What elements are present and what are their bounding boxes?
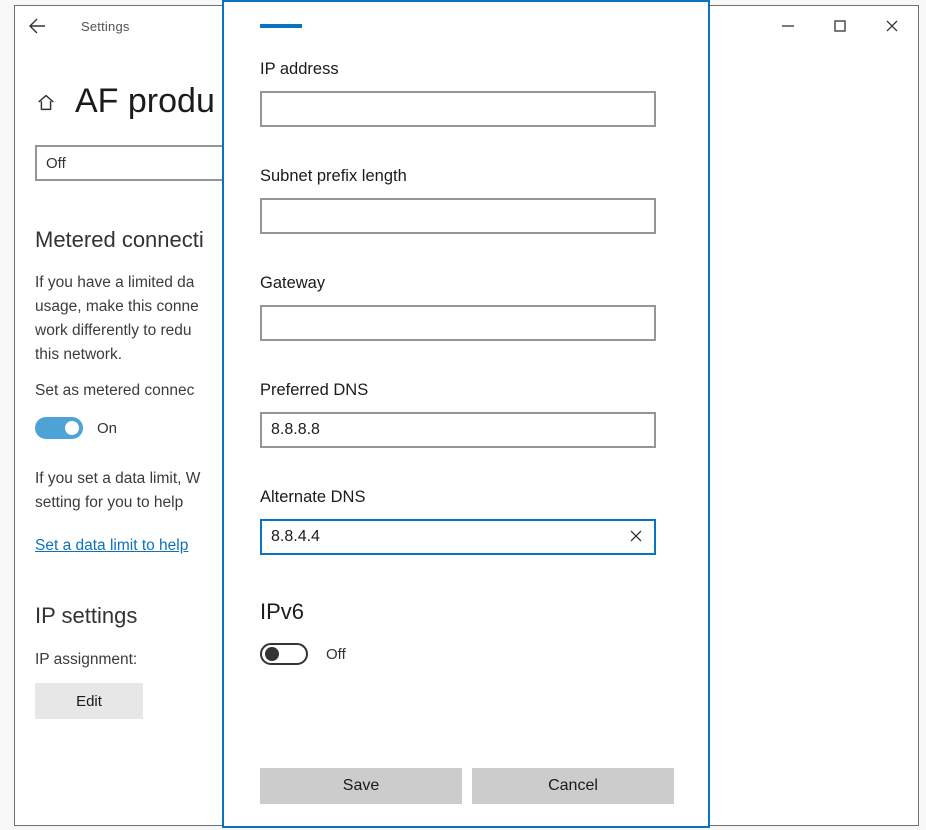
close-icon — [886, 20, 898, 32]
home-icon — [35, 91, 57, 113]
minimize-icon — [782, 20, 794, 32]
ip-address-input[interactable] — [260, 91, 656, 127]
preferred-dns-input[interactable] — [260, 412, 656, 448]
back-button[interactable] — [15, 6, 59, 46]
maximize-button[interactable] — [814, 6, 866, 46]
off-dropdown-value: Off — [46, 155, 66, 172]
close-icon — [630, 530, 642, 542]
dialog-button-row: Save Cancel — [260, 768, 674, 804]
gateway-input[interactable] — [260, 305, 656, 341]
metered-toggle-label: On — [97, 420, 117, 437]
subnet-label: Subnet prefix length — [260, 167, 678, 186]
gateway-label: Gateway — [260, 274, 678, 293]
window-title: Settings — [81, 19, 130, 34]
page-title: AF produ — [75, 82, 215, 121]
ipv6-toggle-row: Off — [260, 643, 678, 665]
minimize-button[interactable] — [762, 6, 814, 46]
edit-button[interactable]: Edit — [35, 683, 143, 719]
clear-input-button[interactable] — [626, 526, 646, 546]
dialog-tab-indicator — [260, 24, 302, 28]
alternate-dns-input[interactable] — [260, 519, 656, 555]
dialog-content: IP address Subnet prefix length Gateway … — [224, 2, 708, 665]
save-button[interactable]: Save — [260, 768, 462, 804]
ipv6-toggle[interactable] — [260, 643, 308, 665]
ip-address-label: IP address — [260, 60, 678, 79]
close-button[interactable] — [866, 6, 918, 46]
subnet-input[interactable] — [260, 198, 656, 234]
window-controls — [762, 6, 918, 46]
alternate-dns-wrap — [260, 507, 656, 555]
ipv6-toggle-label: Off — [326, 646, 346, 663]
maximize-icon — [834, 20, 846, 32]
metered-toggle[interactable] — [35, 417, 83, 439]
ipv6-label: IPv6 — [260, 599, 678, 625]
alternate-dns-label: Alternate DNS — [260, 488, 678, 507]
preferred-dns-label: Preferred DNS — [260, 381, 678, 400]
ip-settings-dialog: IP address Subnet prefix length Gateway … — [222, 0, 710, 828]
cancel-button[interactable]: Cancel — [472, 768, 674, 804]
arrow-left-icon — [29, 18, 45, 34]
